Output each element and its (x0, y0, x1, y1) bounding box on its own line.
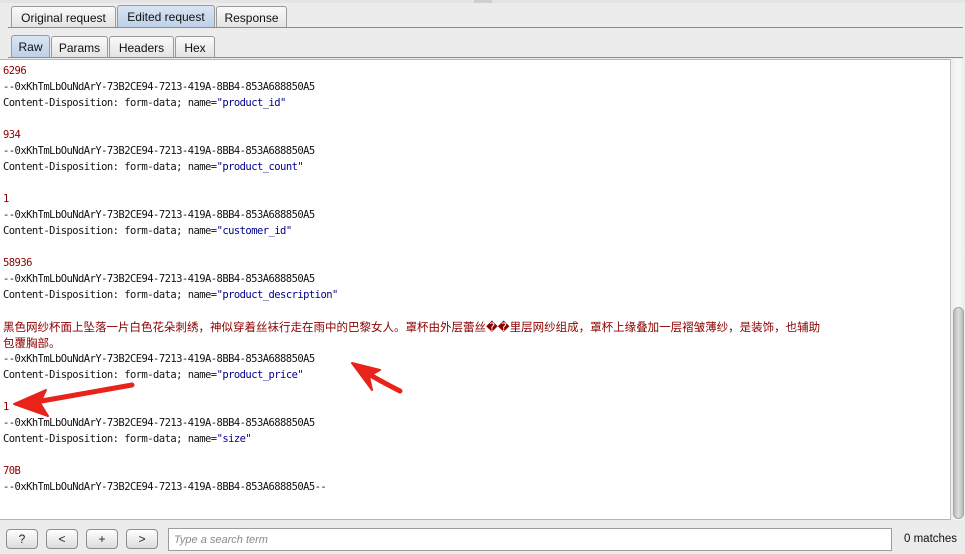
body-line-empty (3, 175, 947, 191)
body-line-boundary: --0xKhTmLbOuNdArY-73B2CE94-7213-419A-8BB… (3, 353, 315, 365)
disposition-prefix: Content-Disposition: form-data; name= (3, 97, 217, 109)
body-line-boundary: --0xKhTmLbOuNdArY-73B2CE94-7213-419A-8BB… (3, 481, 327, 493)
request-body-lines: 6296 --0xKhTmLbOuNdArY-73B2CE94-7213-419… (3, 63, 947, 495)
tab-original-request[interactable]: Original request (11, 6, 116, 28)
body-line-empty (3, 303, 947, 319)
tab-edited-request[interactable]: Edited request (117, 5, 215, 28)
help-button[interactable]: ? (6, 529, 38, 549)
body-line-boundary: --0xKhTmLbOuNdArY-73B2CE94-7213-419A-8BB… (3, 209, 315, 221)
disposition-prefix: Content-Disposition: form-data; name= (3, 433, 217, 445)
search-input[interactable] (168, 528, 892, 551)
body-line-boundary: --0xKhTmLbOuNdArY-73B2CE94-7213-419A-8BB… (3, 273, 315, 285)
match-count: 0 matches (904, 533, 958, 545)
raw-request-editor[interactable]: 6296 --0xKhTmLbOuNdArY-73B2CE94-7213-419… (0, 59, 950, 520)
body-line-content-disposition: Content-Disposition: form-data; name="cu… (3, 223, 947, 239)
body-line-content-disposition: Content-Disposition: form-data; name="pr… (3, 95, 947, 111)
body-line-boundary: --0xKhTmLbOuNdArY-73B2CE94-7213-419A-8BB… (3, 81, 315, 93)
body-line-description: 黑色网纱杯面上坠落一片白色花朵刺绣，神似穿着丝袜行走在雨中的巴黎女人。罩杯由外层… (3, 320, 821, 334)
body-line-empty (3, 447, 947, 463)
param-name: "product_description" (216, 289, 339, 301)
disposition-prefix: Content-Disposition: form-data; name= (3, 225, 217, 237)
param-name: "product_id" (216, 97, 287, 109)
search-bar: ? < + > 0 matches (0, 521, 965, 554)
body-line-value: 1 (3, 193, 9, 205)
tab-headers[interactable]: Headers (109, 36, 174, 58)
param-name: "size" (216, 433, 252, 445)
view-tabbar: Raw Params Headers Hex (0, 33, 965, 58)
body-line-boundary: --0xKhTmLbOuNdArY-73B2CE94-7213-419A-8BB… (3, 145, 315, 157)
vertical-scrollbar[interactable] (950, 59, 965, 520)
tab-divider (8, 27, 963, 28)
param-name: "product_price" (216, 369, 304, 381)
request-tabbar: Original request Edited request Response (0, 3, 965, 28)
body-line-value: 58936 (3, 257, 32, 269)
body-line-description: 包覆胸部。 (3, 336, 61, 350)
body-line-content-disposition: Content-Disposition: form-data; name="pr… (3, 287, 947, 303)
body-line-value: 70B (3, 465, 21, 477)
param-name: "product_count" (216, 161, 304, 173)
next-match-button[interactable]: > (126, 529, 158, 549)
body-line-empty (3, 383, 947, 399)
body-line-value: 1 (3, 401, 9, 413)
body-line-content-disposition: Content-Disposition: form-data; name="pr… (3, 367, 947, 383)
tab-response[interactable]: Response (216, 6, 287, 28)
body-line-content-disposition: Content-Disposition: form-data; name="si… (3, 431, 947, 447)
body-line-boundary: --0xKhTmLbOuNdArY-73B2CE94-7213-419A-8BB… (3, 417, 315, 429)
body-line-empty (3, 239, 947, 255)
disposition-prefix: Content-Disposition: form-data; name= (3, 161, 217, 173)
body-line-value: 934 (3, 129, 21, 141)
previous-match-button[interactable]: < (46, 529, 78, 549)
disposition-prefix: Content-Disposition: form-data; name= (3, 369, 217, 381)
body-line-content-disposition: Content-Disposition: form-data; name="pr… (3, 159, 947, 175)
tab-divider (8, 57, 963, 58)
tab-hex[interactable]: Hex (175, 36, 215, 58)
param-name: "customer_id" (216, 225, 293, 237)
body-line-value: 6296 (3, 65, 27, 77)
disposition-prefix: Content-Disposition: form-data; name= (3, 289, 217, 301)
tab-params[interactable]: Params (51, 36, 108, 58)
body-line-empty (3, 111, 947, 127)
add-button[interactable]: + (86, 529, 118, 549)
scrollbar-thumb[interactable] (953, 307, 964, 519)
tab-raw[interactable]: Raw (11, 35, 50, 58)
